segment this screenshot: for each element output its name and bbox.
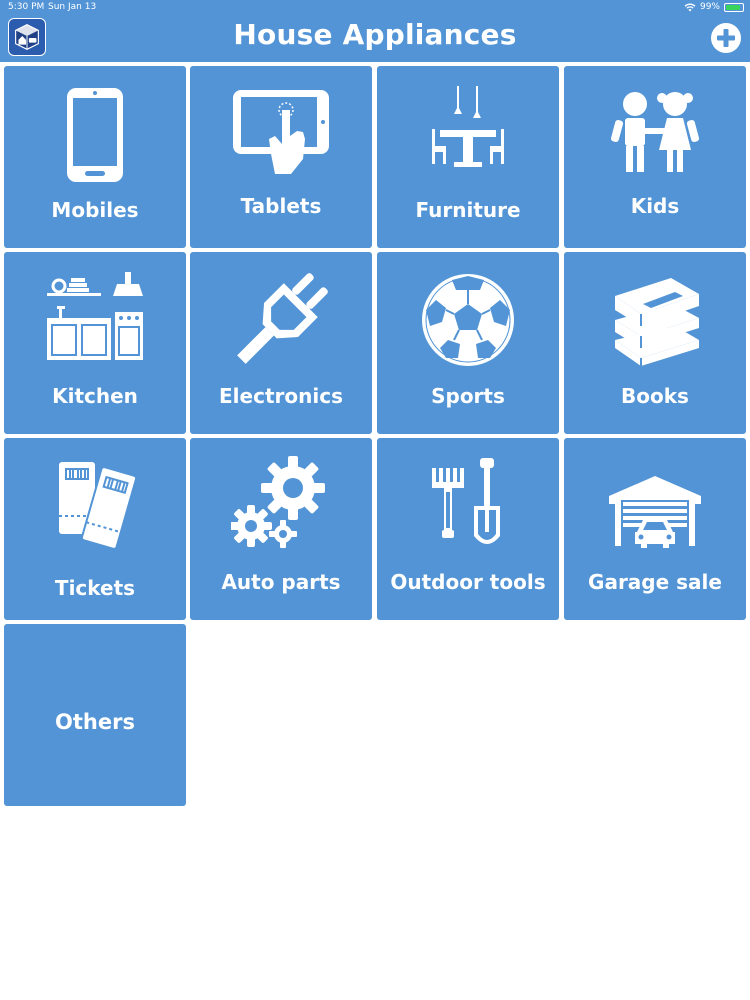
books-icon [615,278,699,366]
tile-electronics[interactable]: Electronics [190,252,372,434]
tile-label: Kitchen [52,384,138,408]
tile-label: Tablets [240,194,322,218]
tile-tickets[interactable]: Tickets [4,438,186,620]
tile-label: Garage sale [588,570,722,594]
tile-label: Others [55,710,135,734]
garden-tools-icon [432,458,500,544]
tickets-icon [59,462,138,550]
tile-label: Books [621,384,689,408]
mobile-phone-icon [67,88,123,182]
wifi-icon [684,3,696,11]
top-bar: 5:30 PM Sun Jan 13 99% House Appliances [0,0,750,62]
dining-table-icon [432,86,504,167]
tile-label: Auto parts [221,570,341,594]
tile-label: Sports [431,384,505,408]
battery-percent: 99% [699,2,720,12]
gears-icon [231,456,325,548]
children-icon [610,92,700,172]
status-date: Sun Jan 13 [48,2,97,12]
tile-kitchen[interactable]: Kitchen [4,252,186,434]
tile-label: Electronics [219,384,343,408]
battery-icon [724,2,744,12]
tile-label: Kids [630,194,680,218]
garage-icon [609,476,701,548]
tile-mobiles[interactable]: Mobiles [4,66,186,248]
plug-icon [237,273,328,364]
tile-furniture[interactable]: Furniture [377,66,559,248]
tile-books[interactable]: Books [564,252,746,434]
tablet-touch-icon [233,90,329,174]
tile-sports[interactable]: Sports [377,252,559,434]
tile-label: Mobiles [51,198,139,222]
tile-outdoor-tools[interactable]: Outdoor tools [377,438,559,620]
tile-label: Furniture [415,198,521,222]
page-title: House Appliances [233,18,517,51]
tile-label: Tickets [54,576,136,600]
status-time: 5:30 PM [8,2,45,12]
tile-auto-parts[interactable]: Auto parts [190,438,372,620]
kitchen-icon [47,272,143,360]
plus-circle-icon[interactable] [710,22,742,54]
tile-garage-sale[interactable]: Garage sale [564,438,746,620]
tile-kids[interactable]: Kids [564,66,746,248]
tile-label: Outdoor tools [390,570,546,594]
soccer-ball-icon [422,274,514,366]
tile-others[interactable]: Others [4,624,186,806]
tile-tablets[interactable]: Tablets [190,66,372,248]
status-right: 99% [684,2,744,12]
status-bar: 5:30 PM Sun Jan 13 99% [0,0,750,16]
